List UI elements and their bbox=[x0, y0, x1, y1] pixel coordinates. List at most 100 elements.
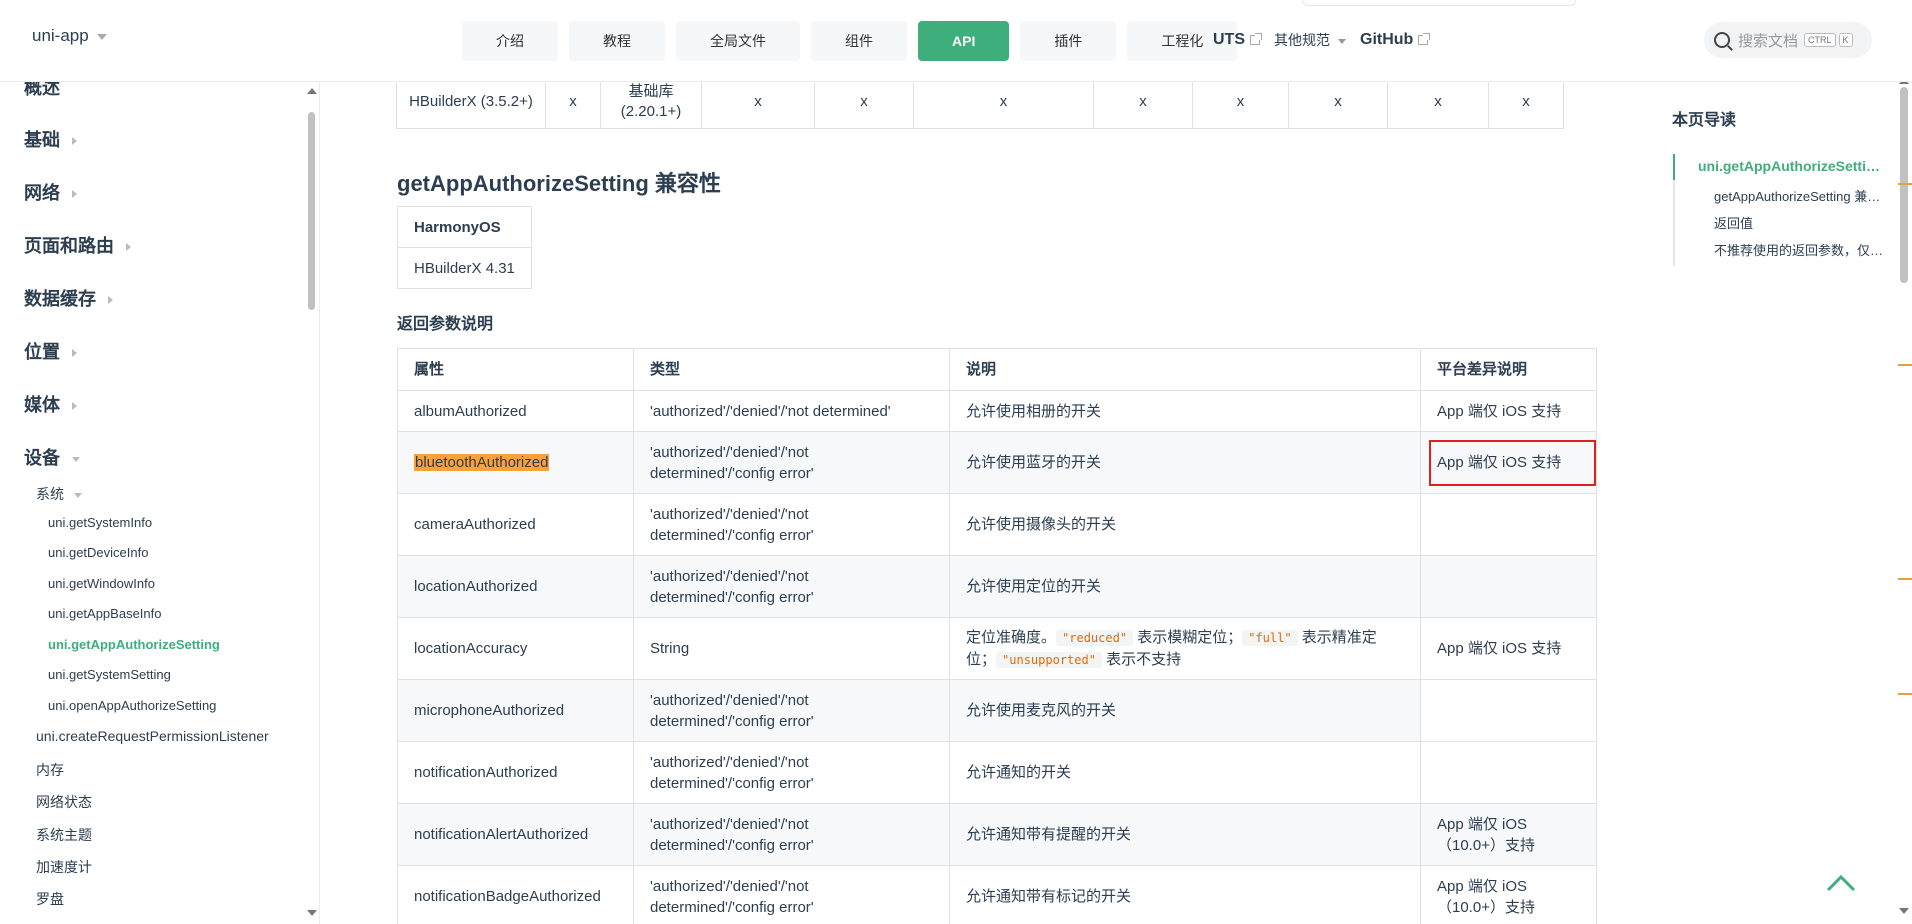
table-cell: 基础库 (2.20.1+) bbox=[600, 82, 702, 129]
type-cell: 'authorized'/'denied'/'not determined'/'… bbox=[633, 555, 950, 618]
scroll-marker bbox=[1898, 364, 1912, 366]
inline-code: "reduced" bbox=[1056, 629, 1134, 646]
sidebar-item-network-status[interactable]: 网络状态 bbox=[36, 792, 92, 812]
search-icon bbox=[1714, 32, 1730, 48]
compat-header: HarmonyOS bbox=[397, 206, 532, 248]
sidebar-item-getdeviceinfo[interactable]: uni.getDeviceInfo bbox=[48, 545, 148, 560]
page-scrollbar[interactable] bbox=[1900, 87, 1908, 283]
sidebar-group-pages-routing[interactable]: 页面和路由 bbox=[24, 232, 131, 258]
other-specs-menu[interactable]: 其他规范 bbox=[1274, 30, 1346, 50]
sidebar-item-getsysteminfo[interactable]: uni.getSystemInfo bbox=[48, 515, 152, 530]
sidebar-item-system-theme[interactable]: 系统主题 bbox=[36, 825, 92, 845]
type-cell: 'authorized'/'denied'/'not determined'/'… bbox=[633, 865, 950, 924]
type-cell: 'authorized'/'denied'/'not determined'/'… bbox=[633, 431, 950, 494]
table-cell: x bbox=[1192, 82, 1289, 129]
params-heading: 返回参数说明 bbox=[397, 316, 494, 333]
sidebar: 概述 基础 网络 页面和路由 数据缓存 位置 媒体 设备 系统 uni.getS… bbox=[0, 82, 320, 924]
prop-cell: notificationAuthorized bbox=[397, 741, 634, 804]
search-button[interactable]: 搜索文档 CTRL K bbox=[1704, 22, 1872, 58]
sidebar-group-media[interactable]: 媒体 bbox=[24, 391, 77, 417]
sidebar-group-location[interactable]: 位置 bbox=[24, 338, 77, 364]
table-row: locationAuthorized 'authorized'/'denied'… bbox=[397, 555, 1597, 618]
top-tab-hint bbox=[1302, 0, 1576, 6]
nav-links: UTS 其他规范 GitHub bbox=[1213, 30, 1431, 50]
type-cell: 'authorized'/'denied'/'not determined'/'… bbox=[633, 741, 950, 804]
sidebar-group-basics[interactable]: 基础 bbox=[24, 126, 77, 152]
sidebar-item-compass[interactable]: 罗盘 bbox=[36, 889, 64, 909]
desc-cell: 允许使用相册的开关 bbox=[949, 390, 1421, 432]
toc-item-return[interactable]: 返回值 bbox=[1714, 213, 1886, 232]
type-cell: String bbox=[633, 617, 950, 680]
platform-support-table: HBuilderX (3.5.2+) x 基础库 (2.20.1+) x x x… bbox=[396, 82, 1564, 129]
sidebar-sub-system[interactable]: 系统 bbox=[36, 484, 82, 504]
main-content: HBuilderX (3.5.2+) x 基础库 (2.20.1+) x x x… bbox=[321, 82, 1651, 924]
sidebar-item-memory[interactable]: 内存 bbox=[36, 760, 64, 780]
sidebar-scrollbar[interactable] bbox=[308, 112, 315, 310]
platform-cell bbox=[1420, 493, 1597, 556]
chevron-down-icon bbox=[96, 33, 107, 40]
compat-value: HBuilderX 4.31 bbox=[397, 247, 532, 289]
sidebar-group-overview[interactable]: 概述 bbox=[24, 82, 60, 100]
type-cell: 'authorized'/'denied'/'not determined'/'… bbox=[633, 493, 950, 556]
table-cell: x bbox=[1488, 82, 1564, 129]
scroll-marker bbox=[1898, 578, 1912, 580]
nav-pill-plugins[interactable]: 插件 bbox=[1020, 21, 1117, 61]
toc-item-deprecated[interactable]: 不推荐使用的返回参数，仅为兼容 bbox=[1714, 240, 1886, 259]
toc-item-compat[interactable]: getAppAuthorizeSetting 兼容性 bbox=[1714, 186, 1886, 205]
sidebar-item-openappauthorizesetting[interactable]: uni.openAppAuthorizeSetting bbox=[48, 698, 216, 713]
scroll-marker bbox=[1898, 183, 1912, 185]
page-toc: 本页导读 uni.getAppAuthorizeSetting() getApp… bbox=[1652, 78, 1912, 924]
back-to-top-icon[interactable] bbox=[1826, 874, 1856, 892]
chevron-right-icon bbox=[72, 402, 77, 411]
github-link[interactable]: GitHub bbox=[1360, 31, 1431, 49]
sidebar-group-network[interactable]: 网络 bbox=[24, 179, 77, 205]
table-cell: x bbox=[545, 82, 601, 129]
sidebar-item-getappbaseinfo[interactable]: uni.getAppBaseInfo bbox=[48, 606, 161, 621]
search-highlight: bluetoothAuthorized bbox=[414, 454, 550, 471]
table-cell: x bbox=[1387, 82, 1489, 129]
sidebar-item-getwindowinfo[interactable]: uni.getWindowInfo bbox=[48, 576, 155, 591]
toc-item-api[interactable]: uni.getAppAuthorizeSetting() bbox=[1698, 158, 1886, 174]
nav-pill-intro[interactable]: 介绍 bbox=[462, 21, 558, 61]
prop-cell: notificationBadgeAuthorized bbox=[397, 865, 634, 924]
platform-cell: App 端仅 iOS 支持 bbox=[1420, 617, 1597, 680]
desc-cell: 定位准确度。 "reduced" 表示模糊定位； "full" 表示精准定位； "un… bbox=[949, 617, 1421, 680]
nav-pill-components[interactable]: 组件 bbox=[811, 21, 907, 61]
kbd-ctrl: CTRL bbox=[1804, 33, 1836, 47]
table-cell: x bbox=[814, 82, 914, 129]
type-cell: 'authorized'/'denied'/'not determined'/'… bbox=[633, 679, 950, 742]
chevron-down-icon bbox=[74, 492, 82, 498]
params-table: 属性 类型 说明 平台差异说明 albumAuthorized 'authori… bbox=[397, 348, 1597, 924]
brand-label: uni-app bbox=[32, 26, 89, 45]
type-cell: 'authorized'/'denied'/'not determined'/'… bbox=[633, 803, 950, 866]
sidebar-item-permission-listener[interactable]: uni.createRequestPermissionListener bbox=[36, 728, 269, 744]
platform-cell bbox=[1420, 741, 1597, 804]
nav-pill-tutorial[interactable]: 教程 bbox=[569, 21, 665, 61]
sidebar-group-storage[interactable]: 数据缓存 bbox=[24, 285, 113, 311]
sidebar-item-accelerometer[interactable]: 加速度计 bbox=[36, 857, 92, 877]
platform-cell: App 端仅 iOS 支持 bbox=[1420, 390, 1597, 432]
chevron-right-icon bbox=[72, 190, 77, 199]
uts-link[interactable]: UTS bbox=[1213, 31, 1262, 49]
chevron-right-icon bbox=[72, 349, 77, 358]
scroll-down-arrow-icon[interactable] bbox=[307, 910, 317, 916]
desc-cell: 允许使用麦克风的开关 bbox=[949, 679, 1421, 742]
table-row: notificationAlertAuthorized 'authorized'… bbox=[397, 803, 1597, 866]
type-cell: 'authorized'/'denied'/'not determined' bbox=[633, 390, 950, 432]
table-row: notificationBadgeAuthorized 'authorized'… bbox=[397, 865, 1597, 924]
brand-menu[interactable]: uni-app bbox=[32, 26, 107, 46]
inline-code: "unsupported" bbox=[996, 651, 1102, 668]
scroll-up-arrow-icon[interactable] bbox=[307, 88, 317, 94]
chevron-right-icon bbox=[126, 243, 131, 252]
nav-pill-global-files[interactable]: 全局文件 bbox=[676, 21, 800, 61]
nav-pill-api[interactable]: API bbox=[918, 21, 1010, 61]
scroll-down-arrow-icon[interactable] bbox=[1899, 908, 1909, 914]
prop-cell: cameraAuthorized bbox=[397, 493, 634, 556]
kbd-k: K bbox=[1838, 33, 1853, 47]
sidebar-item-getappauthorizesetting[interactable]: uni.getAppAuthorizeSetting bbox=[48, 637, 220, 652]
sidebar-group-device[interactable]: 设备 bbox=[24, 444, 80, 470]
chevron-right-icon bbox=[72, 137, 77, 146]
external-link-icon bbox=[1250, 33, 1262, 45]
table-row: cameraAuthorized 'authorized'/'denied'/'… bbox=[397, 493, 1597, 556]
sidebar-item-getsystemsetting[interactable]: uni.getSystemSetting bbox=[48, 667, 171, 682]
